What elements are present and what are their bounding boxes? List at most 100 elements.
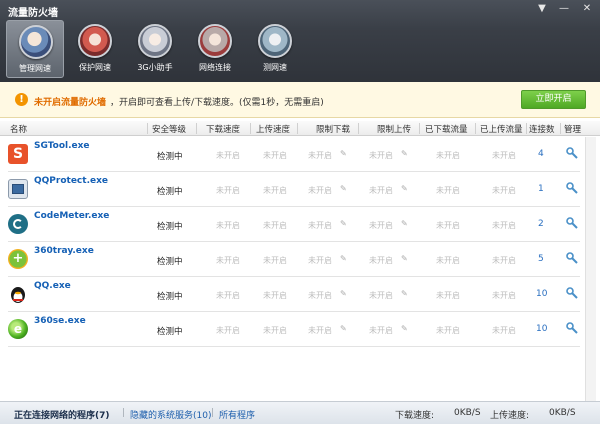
limit-upload: 未开启 [369, 186, 393, 195]
vertical-scrollbar[interactable] [585, 137, 596, 401]
edit-icon[interactable]: ✎ [401, 149, 409, 158]
program-name[interactable]: 360se.exe [34, 316, 86, 326]
uploaded-traffic: 未开启 [492, 221, 516, 230]
360se-icon: e [8, 319, 28, 339]
tab-label: 网络连接 [199, 63, 231, 72]
tab-manage-speed[interactable]: 管理网速 [6, 20, 64, 78]
uploaded-traffic: 未开启 [492, 186, 516, 195]
toolbar: 管理网速 保护网速 3G小助手 网络连接 测网速 [6, 20, 304, 78]
tab-label: 保护网速 [79, 63, 111, 72]
avatar-icon [198, 24, 232, 58]
limit-download: 未开启 [308, 326, 332, 335]
notice-highlight: 未开启流量防火墙 [34, 98, 107, 108]
col-download-speed[interactable]: 下载速度 [206, 123, 240, 135]
tab-label: 管理网速 [19, 64, 51, 73]
limit-download: 未开启 [308, 186, 332, 195]
edit-icon[interactable]: ✎ [340, 324, 348, 333]
warning-icon: ! [15, 93, 28, 106]
tab-network-connection[interactable]: 网络连接 [186, 20, 244, 78]
uploaded-traffic: 未开启 [492, 326, 516, 335]
downloaded-traffic: 未开启 [436, 186, 460, 195]
program-name[interactable]: QQProtect.exe [34, 176, 108, 186]
limit-upload: 未开启 [369, 151, 393, 160]
upload-speed: 未开启 [263, 326, 287, 335]
tab-connected-programs[interactable]: 正在连接网络的程序(7) [14, 408, 110, 421]
edit-icon[interactable]: ✎ [401, 219, 409, 228]
notice-bar: ! 未开启流量防火墙 ，开启即可查看上传/下载速度。(仅需1秒，无需重启) [0, 82, 600, 118]
edit-icon[interactable]: ✎ [340, 149, 348, 158]
edit-icon[interactable]: ✎ [340, 289, 348, 298]
col-downloaded[interactable]: 已下载流量 [425, 123, 468, 135]
minimize-icon[interactable]: — [557, 3, 571, 15]
connection-count: 10 [536, 289, 548, 299]
col-connections[interactable]: 连接数 [529, 123, 555, 135]
manage-tool-icon[interactable] [566, 252, 578, 264]
table-row[interactable]: QQ.exe 检测中 未开启 未开启 未开启 ✎ 未开启 ✎ 未开启 未开启 1… [0, 277, 584, 312]
manage-tool-icon[interactable] [566, 182, 578, 194]
menu-icon[interactable]: ▼ [535, 3, 549, 15]
close-icon[interactable]: ✕ [580, 3, 594, 15]
manage-tool-icon[interactable] [566, 147, 578, 159]
col-manage[interactable]: 管理 [564, 123, 581, 135]
table-row[interactable]: + 360tray.exe 检测中 未开启 未开启 未开启 ✎ 未开启 ✎ 未开… [0, 242, 584, 277]
tab-protect-speed[interactable]: 保护网速 [66, 20, 124, 78]
download-speed: 未开启 [216, 291, 240, 300]
table-row[interactable]: QQProtect.exe 检测中 未开启 未开启 未开启 ✎ 未开启 ✎ 未开… [0, 172, 584, 207]
tab-label: 测网速 [263, 63, 287, 72]
window-title: 流量防火墙 [8, 8, 58, 19]
tab-speed-test[interactable]: 测网速 [246, 20, 304, 78]
program-name[interactable]: QQ.exe [34, 281, 71, 291]
program-name[interactable]: CodeMeter.exe [34, 211, 109, 221]
limit-upload: 未开启 [369, 256, 393, 265]
program-name[interactable]: 360tray.exe [34, 246, 94, 256]
limit-download: 未开启 [308, 256, 332, 265]
col-limit-upload[interactable]: 限制上传 [377, 123, 411, 135]
edit-icon[interactable]: ✎ [401, 254, 409, 263]
limit-upload: 未开启 [369, 221, 393, 230]
security-level: 检测中 [157, 327, 183, 337]
qq-penguin-icon [8, 284, 28, 304]
connection-count: 5 [538, 254, 544, 264]
manage-tool-icon[interactable] [566, 217, 578, 229]
edit-icon[interactable]: ✎ [401, 184, 409, 193]
edit-icon[interactable]: ✎ [340, 219, 348, 228]
limit-upload: 未开启 [369, 326, 393, 335]
avatar-icon [138, 24, 172, 58]
table-row[interactable]: S SGTool.exe 检测中 未开启 未开启 未开启 ✎ 未开启 ✎ 未开启… [0, 137, 584, 172]
col-limit-download[interactable]: 限制下载 [316, 123, 350, 135]
status-bar: 正在连接网络的程序(7) | 隐藏的系统服务(10) | 所有程序 下载速度: … [0, 401, 600, 424]
tab-hidden-services[interactable]: 隐藏的系统服务(10) [130, 408, 211, 421]
edit-icon[interactable]: ✎ [340, 254, 348, 263]
tab-3g-helper[interactable]: 3G小助手 [126, 20, 184, 78]
col-name[interactable]: 名称 [10, 123, 27, 135]
download-speed: 未开启 [216, 326, 240, 335]
upload-speed: 未开启 [263, 256, 287, 265]
enable-firewall-button[interactable]: 立即开启 [521, 90, 586, 109]
avatar-icon [258, 24, 292, 58]
360tray-icon: + [8, 249, 28, 269]
table-row[interactable]: CodeMeter.exe 检测中 未开启 未开启 未开启 ✎ 未开启 ✎ 未开… [0, 207, 584, 242]
edit-icon[interactable]: ✎ [401, 324, 409, 333]
tab-all-programs[interactable]: 所有程序 [219, 408, 255, 421]
upload-speed: 未开启 [263, 186, 287, 195]
download-speed: 未开启 [216, 186, 240, 195]
col-upload-speed[interactable]: 上传速度 [256, 123, 290, 135]
table-header: 名称 安全等级 下载速度 上传速度 限制下载 限制上传 已下载流量 已上传流量 … [0, 121, 600, 136]
uploaded-traffic: 未开启 [492, 291, 516, 300]
downloaded-traffic: 未开启 [436, 326, 460, 335]
upload-speed-label: 上传速度: [490, 411, 530, 421]
manage-tool-icon[interactable] [566, 287, 578, 299]
avatar-icon [78, 24, 112, 58]
downloaded-traffic: 未开启 [436, 291, 460, 300]
download-speed: 未开启 [216, 221, 240, 230]
col-uploaded[interactable]: 已上传流量 [480, 123, 523, 135]
limit-download: 未开启 [308, 151, 332, 160]
downloaded-traffic: 未开启 [436, 151, 460, 160]
manage-tool-icon[interactable] [566, 322, 578, 334]
table-row[interactable]: e 360se.exe 检测中 未开启 未开启 未开启 ✎ 未开启 ✎ 未开启 … [0, 312, 584, 347]
col-security-level[interactable]: 安全等级 [152, 123, 186, 135]
edit-icon[interactable]: ✎ [340, 184, 348, 193]
security-level: 检测中 [157, 257, 183, 267]
program-name[interactable]: SGTool.exe [34, 141, 90, 151]
edit-icon[interactable]: ✎ [401, 289, 409, 298]
